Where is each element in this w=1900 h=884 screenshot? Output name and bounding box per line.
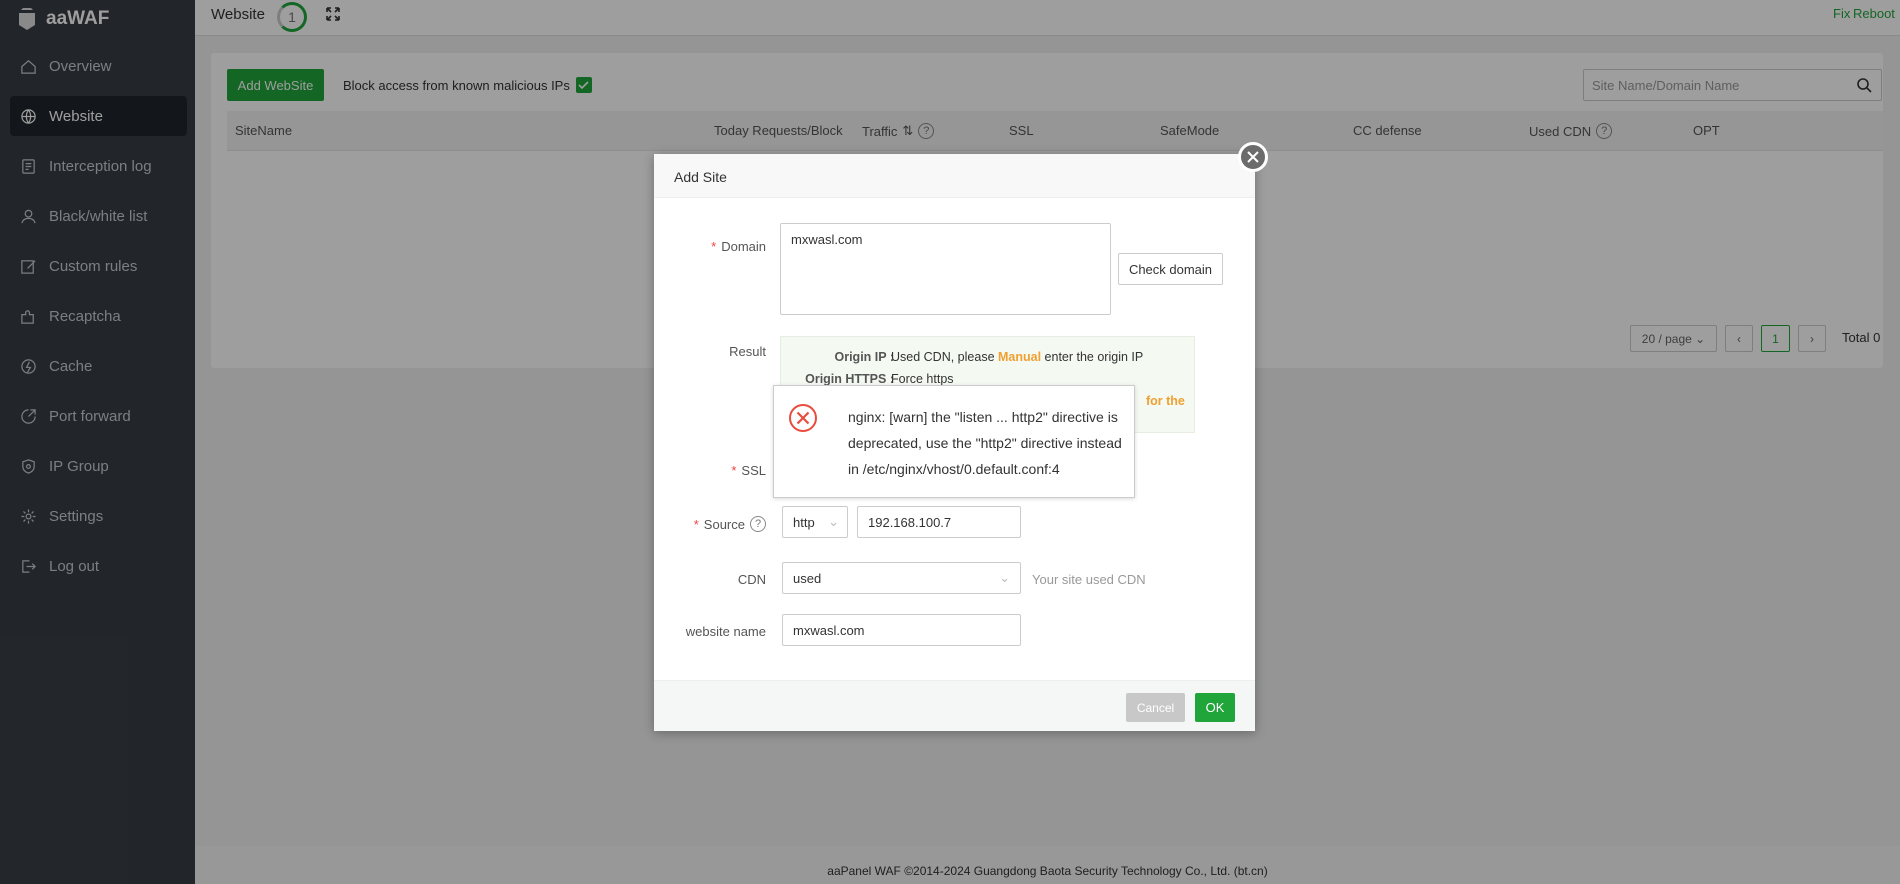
ok-button[interactable]: OK [1195, 693, 1235, 722]
source-label: * Source? [694, 516, 766, 532]
dialog-footer: Cancel OK [654, 680, 1255, 731]
domain-label-text: Domain [721, 239, 766, 254]
error-message: nginx: [warn] the "listen ... http2" dir… [848, 409, 1122, 477]
chevron-down-icon: ⌄ [828, 514, 839, 529]
close-button[interactable] [1238, 142, 1268, 172]
source-protocol-select[interactable]: http ⌄ [782, 506, 848, 538]
cdn-select[interactable]: used ⌄ [782, 562, 1021, 594]
origin-ip-value: Used CDN, please Manual enter the origin… [891, 350, 1143, 364]
website-name-label: website name [685, 624, 766, 639]
dialog-title: Add Site [654, 154, 1255, 198]
cdn-label: CDN [737, 572, 766, 587]
ssl-label: * SSL [731, 463, 766, 478]
source-protocol-value: http [793, 514, 815, 530]
result-label: Result [729, 344, 766, 359]
chevron-down-icon: ⌄ [999, 570, 1010, 585]
error-x-icon [789, 404, 817, 432]
cancel-button[interactable]: Cancel [1126, 693, 1185, 722]
domain-label: * Domain [711, 239, 766, 254]
check-domain-button[interactable]: Check domain [1118, 253, 1223, 285]
source-label-text: Source [703, 516, 745, 532]
manual-link[interactable]: Manual [998, 350, 1041, 364]
help-icon[interactable]: ? [750, 516, 766, 532]
origin-ip-key: Origin IP : [834, 350, 895, 364]
close-icon [1247, 151, 1259, 163]
origin-https-value: Force https [891, 372, 954, 386]
error-toast: nginx: [warn] the "listen ... http2" dir… [773, 385, 1135, 498]
origin-ip-text: Used CDN, please [891, 350, 998, 364]
ssl-label-text: SSL [741, 463, 766, 478]
cdn-hint: Your site used CDN [1032, 572, 1146, 587]
website-name-input[interactable]: mxwasl.com [782, 614, 1021, 646]
result-hint-tail: for the [1146, 394, 1185, 408]
cdn-value: used [793, 570, 822, 586]
source-ip-input[interactable]: 192.168.100.7 [857, 506, 1021, 538]
origin-https-key: Origin HTTPS : [805, 372, 894, 386]
origin-ip-text-end: enter the origin IP [1041, 350, 1144, 364]
domain-textarea[interactable]: mxwasl.com [780, 223, 1111, 315]
